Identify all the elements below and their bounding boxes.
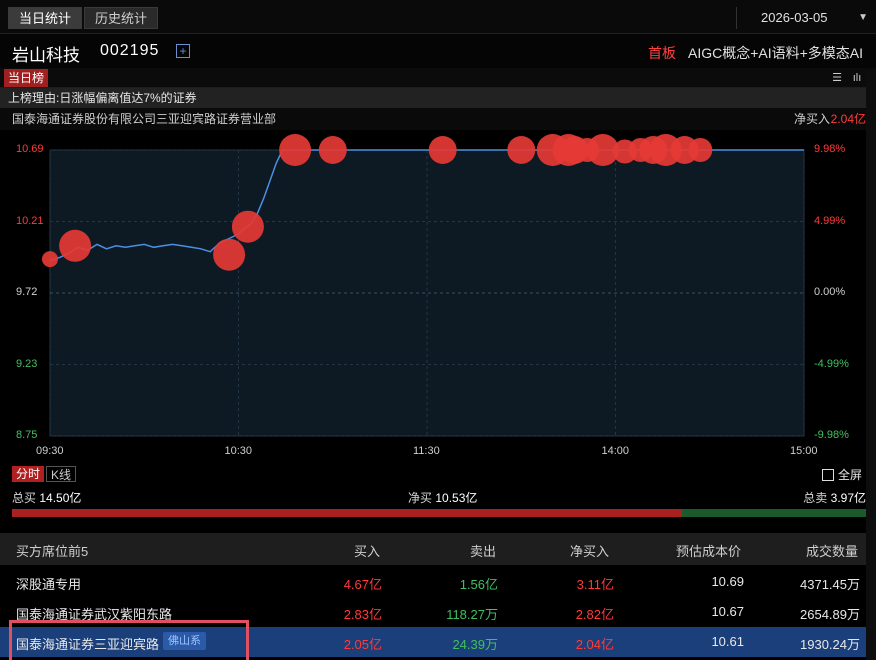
add-watchlist-button[interactable]: +	[176, 44, 190, 58]
fullscreen-label: 全屏	[838, 468, 863, 482]
chart-mode-bar: 分时 K线 全屏	[0, 463, 876, 485]
header-seat: 买方席位前5	[16, 544, 89, 559]
stock-header: 岩山科技 002195 + 首板 AIGC概念+AI语料+多模态AI	[0, 34, 876, 68]
chevron-down-icon: ▼	[858, 12, 868, 23]
tab-history-stats[interactable]: 历史统计	[84, 7, 159, 29]
tab-intraday[interactable]: 分时	[12, 466, 45, 482]
trade-bubble	[42, 251, 58, 268]
trade-bubble	[231, 210, 264, 243]
cost-price: 10.69	[711, 574, 744, 589]
tab-kline[interactable]: K线	[46, 466, 77, 482]
table-row[interactable]: 深股通专用 4.67亿 1.56亿 3.11亿 10.69 4371.45万	[0, 567, 866, 597]
top-bar: 当日统计 历史统计 2026-03-05 ▼	[0, 0, 876, 34]
bar-chart-icon[interactable]: ılı	[850, 71, 864, 85]
section-bar: 当日榜 ☰ ılı	[0, 68, 876, 88]
x-tick: 15:00	[790, 445, 818, 457]
trade-volume: 2654.89万	[800, 607, 860, 622]
concept-tags[interactable]: AIGC概念+AI语料+多模态AI	[688, 43, 863, 63]
tab-today-stats[interactable]: 当日统计	[8, 7, 83, 29]
intraday-chart[interactable]	[0, 130, 866, 462]
trade-volume: 4371.45万	[800, 577, 860, 592]
seat-name: 深股通专用	[16, 577, 82, 592]
stock-name[interactable]: 岩山科技	[12, 41, 80, 66]
buy-sell-ratio-bar	[12, 509, 866, 517]
list-icon[interactable]: ☰	[830, 71, 844, 85]
net-amount: 2.04亿	[575, 637, 614, 652]
header-net[interactable]: 净买入	[570, 541, 609, 560]
total-net-label: 净买	[408, 491, 433, 505]
trade-bubble	[507, 136, 536, 164]
header-buy[interactable]: 买入	[354, 541, 380, 560]
broker-bar: 国泰海通证券股份有限公司三亚迎宾路证券营业部 净买入 2.04亿	[0, 108, 866, 130]
net-buy-value: 2.04亿	[830, 112, 866, 126]
net-buy-label: 净买入	[793, 112, 830, 126]
x-tick: 09:30	[36, 445, 64, 457]
broker-name: 国泰海通证券股份有限公司三亚迎宾路证券营业部	[12, 112, 277, 126]
date-value: 2026-03-05	[761, 10, 828, 25]
fullscreen-icon	[822, 469, 834, 481]
section-tag[interactable]: 当日榜	[4, 69, 49, 87]
total-sell: 总卖 3.97亿	[803, 489, 866, 506]
date-selector[interactable]: 2026-03-05 ▼	[736, 7, 876, 29]
y-tick-left: 9.23	[16, 357, 38, 370]
buy-amount: 2.05亿	[343, 637, 382, 652]
x-tick: 14:00	[601, 445, 630, 457]
buy-amount: 2.83亿	[343, 607, 382, 622]
cost-price: 10.61	[711, 634, 744, 649]
y-tick-left: 8.75	[16, 429, 38, 441]
total-sell-value: 3.97亿	[830, 491, 866, 505]
trade-bubble	[318, 136, 347, 164]
trade-bubble	[213, 238, 246, 271]
trade-bubble	[428, 136, 457, 164]
totals-bar: 总买 14.50亿 净买 10.53亿 总卖 3.97亿	[0, 489, 876, 507]
x-tick: 10:30	[224, 445, 253, 457]
header-cost[interactable]: 预估成本价	[676, 541, 741, 560]
total-buy-value: 14.50亿	[39, 491, 82, 505]
y-tick-left: 10.69	[16, 143, 44, 155]
net-amount: 2.82亿	[575, 607, 614, 622]
y-tick-right: -9.98%	[814, 429, 849, 441]
total-buy: 总买 14.50亿	[12, 489, 81, 506]
sell-amount: 118.27万	[446, 607, 498, 622]
stock-code: 002195	[100, 42, 160, 59]
header-sell[interactable]: 卖出	[470, 541, 496, 560]
scrollbar[interactable]	[866, 70, 876, 660]
trade-volume: 1930.24万	[800, 637, 860, 652]
sell-amount: 24.39万	[452, 637, 498, 652]
y-tick-right: 9.98%	[814, 143, 846, 155]
total-net-value: 10.53亿	[435, 491, 478, 505]
total-buy-label: 总买	[12, 491, 37, 505]
board-badge: 首板	[648, 45, 676, 61]
y-tick-left: 9.72	[16, 286, 38, 298]
highlight-frame	[9, 620, 249, 660]
trade-bubble	[688, 138, 713, 162]
buy-amount: 4.67亿	[343, 577, 382, 592]
total-net: 净买 10.53亿	[408, 489, 477, 506]
cost-price: 10.67	[711, 604, 744, 619]
trade-bubble	[279, 134, 312, 166]
y-tick-right: 0.00%	[814, 286, 846, 298]
x-tick: 11:30	[413, 445, 440, 457]
net-amount: 3.11亿	[576, 577, 614, 592]
trade-bubble	[59, 229, 92, 262]
listing-reason: 上榜理由:日涨幅偏离值达7%的证券	[0, 88, 866, 108]
table-header: 买方席位前5 买入 卖出 净买入 预估成本价 成交数量	[0, 533, 866, 565]
y-tick-left: 10.21	[16, 214, 44, 227]
sell-amount: 1.56亿	[459, 577, 498, 592]
header-volume[interactable]: 成交数量	[806, 541, 858, 560]
buy-ratio-fill	[12, 509, 683, 517]
y-tick-right: -4.99%	[814, 357, 849, 370]
total-sell-label: 总卖	[803, 491, 828, 505]
y-tick-right: 4.99%	[814, 214, 846, 227]
fullscreen-button[interactable]: 全屏	[822, 466, 862, 483]
